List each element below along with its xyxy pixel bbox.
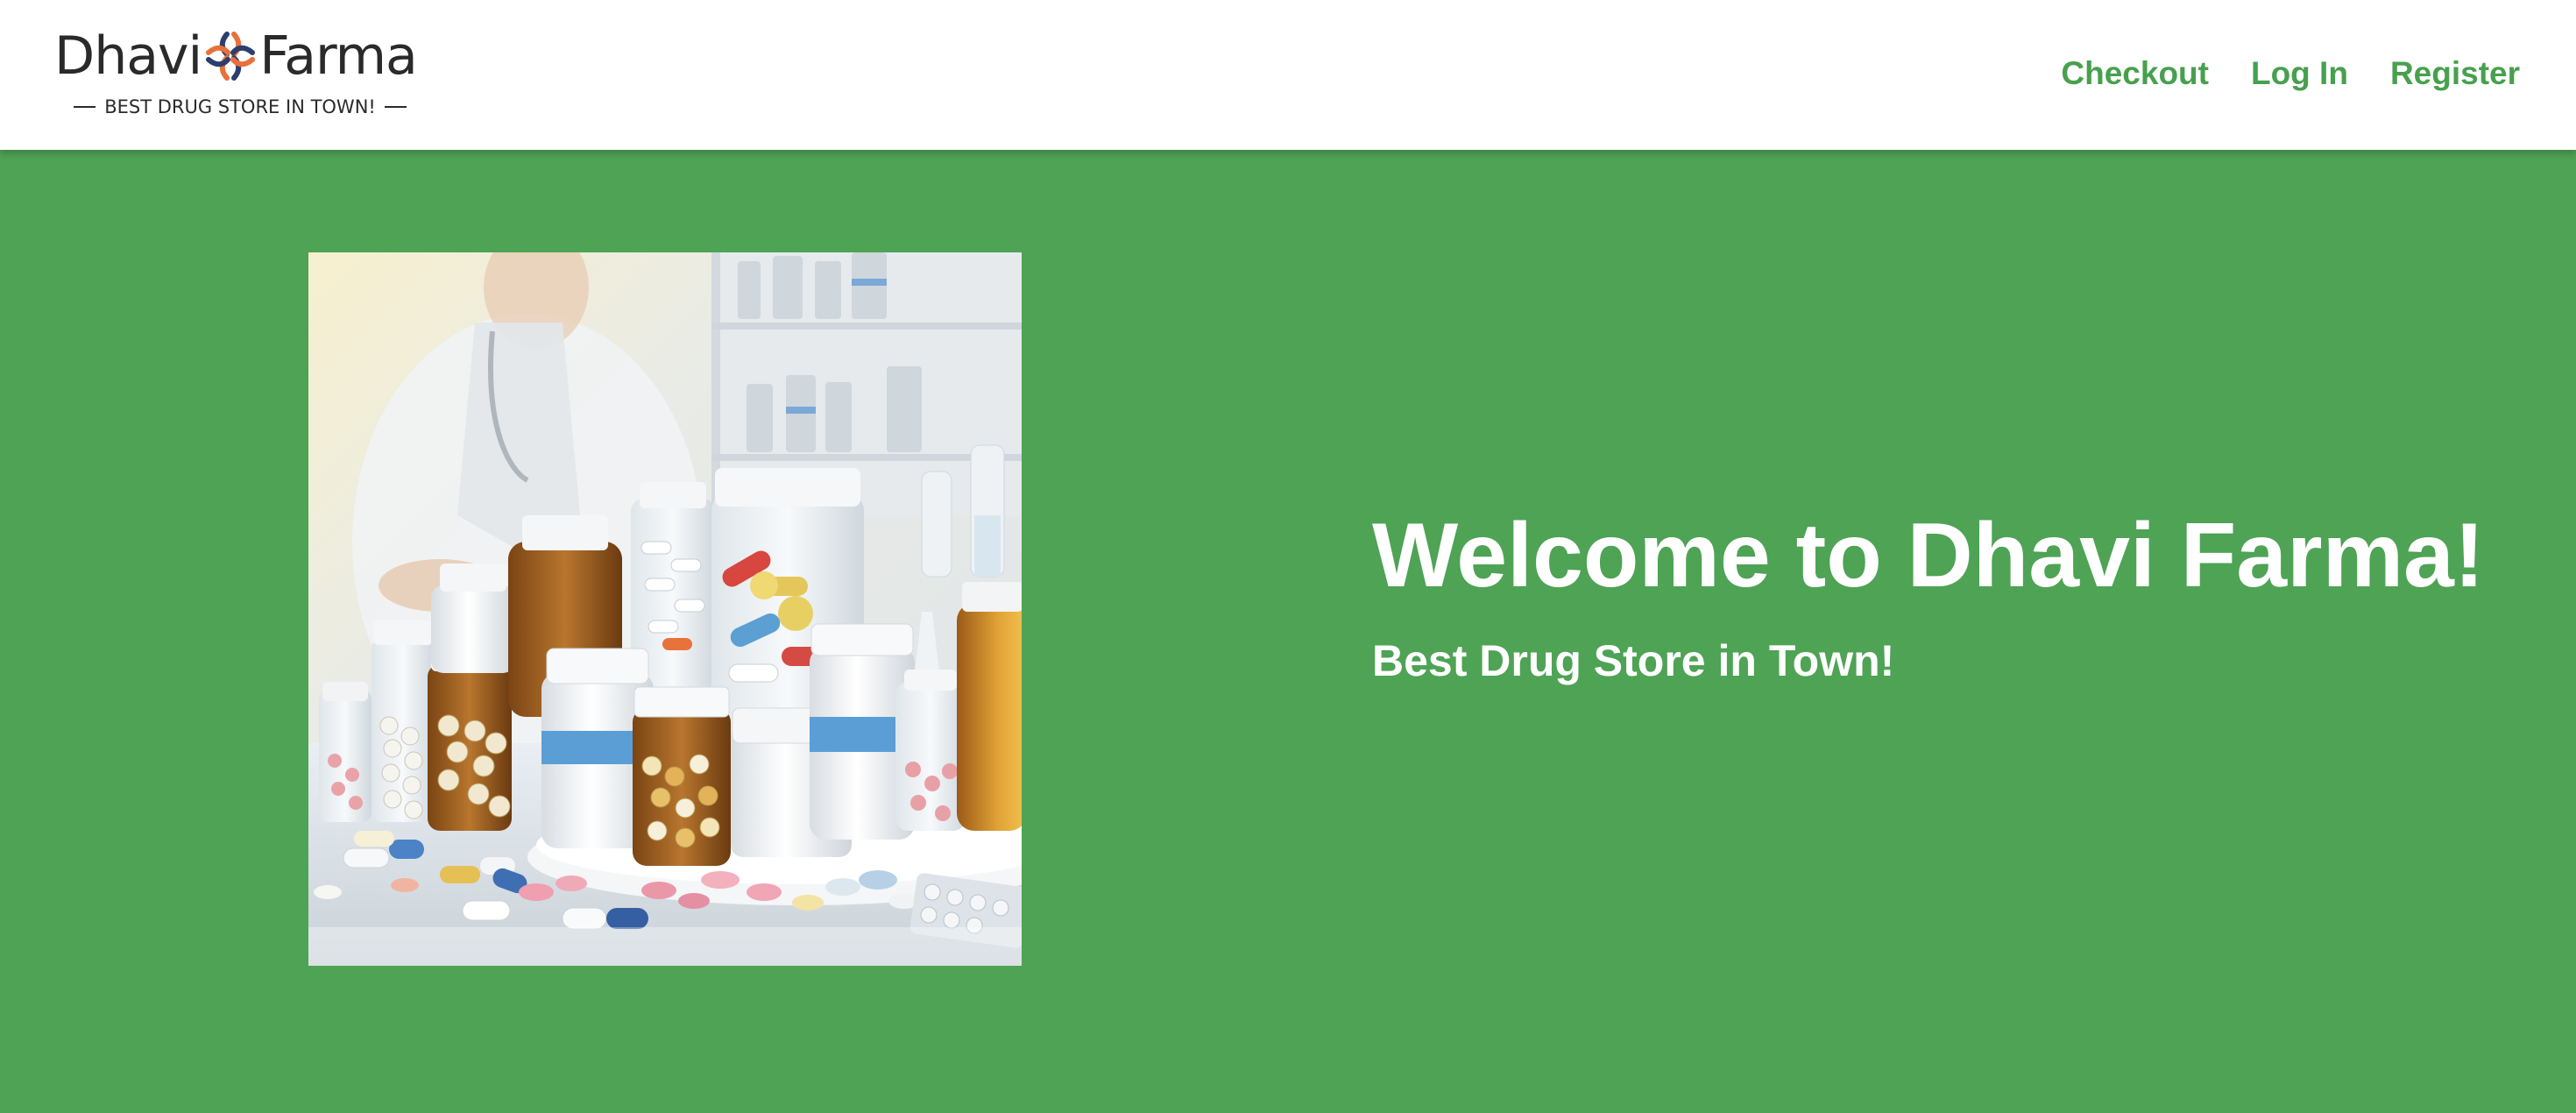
nav-login-link[interactable]: Log In	[2251, 51, 2348, 96]
hero-image	[308, 252, 1022, 966]
logo-tagline-text: BEST DRUG STORE IN TOWN!	[104, 96, 376, 117]
nav-checkout-link[interactable]: Checkout	[2061, 51, 2209, 96]
logo-link[interactable]: Dhavi Farma BEST DRUG STORE IN TOWN!	[54, 23, 422, 117]
hero-title: Welcome to Dhavi Farma!	[1372, 505, 2485, 606]
hero-text: Welcome to Dhavi Farma! Best Drug Store …	[1372, 503, 2485, 687]
pharmacy-bottles-image	[308, 252, 1022, 966]
logo-wordmark: Dhavi Farma	[54, 23, 418, 89]
logo-name-part2: Farma	[259, 25, 418, 87]
tagline-rule-left	[74, 106, 96, 108]
tagline-rule-right	[384, 106, 407, 108]
logo-tagline: BEST DRUG STORE IN TOWN!	[65, 96, 415, 117]
page: Dhavi Farma BEST DRUG STORE IN TOWN! Che…	[0, 0, 2576, 1113]
cross-plus-icon	[206, 32, 256, 81]
main-nav: Checkout Log In Register	[2061, 51, 2520, 96]
hero-subtitle: Best Drug Store in Town!	[1372, 636, 1895, 685]
nav-register-link[interactable]: Register	[2390, 51, 2520, 96]
logo-name-part1: Dhavi	[54, 25, 202, 87]
site-header: Dhavi Farma BEST DRUG STORE IN TOWN! Che…	[0, 0, 2576, 150]
